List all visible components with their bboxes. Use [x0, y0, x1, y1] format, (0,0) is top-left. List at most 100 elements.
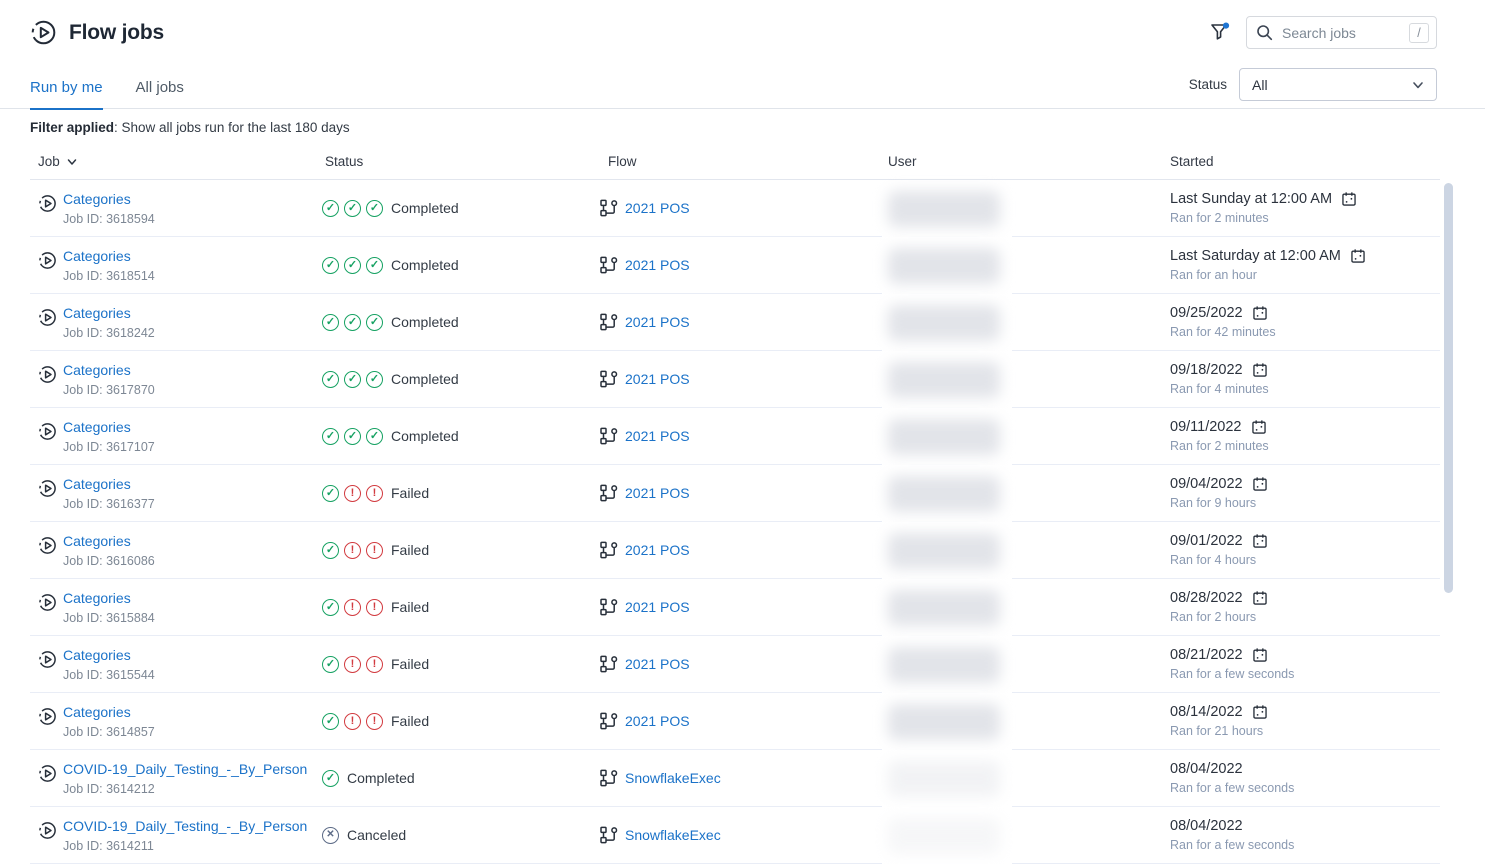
calendar-icon — [1252, 590, 1268, 606]
user-redacted — [882, 465, 1012, 522]
job-cell: Categories Job ID: 3616086 — [30, 533, 322, 568]
run-duration: Ran for 2 minutes — [1170, 211, 1440, 225]
flow-link[interactable]: 2021 POS — [625, 713, 690, 729]
flow-link[interactable]: SnowflakeExec — [625, 770, 721, 786]
user-redacted — [882, 351, 1012, 408]
status-completed-icon: ✓ — [322, 200, 339, 217]
table-row: Categories Job ID: 3617107 ✓✓✓ Completed — [30, 408, 1440, 465]
status-failed-icon: ! — [366, 713, 383, 730]
status-failed-icon: ! — [344, 656, 361, 673]
status-cell: ✓✓✓ Completed — [322, 371, 600, 388]
search-box[interactable]: / — [1246, 16, 1437, 49]
status-label: Completed — [391, 428, 459, 444]
filter-button[interactable] — [1207, 20, 1232, 45]
status-completed-icon: ✓ — [366, 428, 383, 445]
table-row: Categories Job ID: 3616377 ✓!! Failed — [30, 465, 1440, 522]
job-link[interactable]: Categories — [63, 476, 131, 492]
started-cell: Last Saturday at 12:00 AM Ran for an hou… — [1170, 248, 1440, 282]
table-row: Categories Job ID: 3615884 ✓!! Failed — [30, 579, 1440, 636]
job-cell: Categories Job ID: 3617107 — [30, 419, 322, 454]
flow-link[interactable]: 2021 POS — [625, 257, 690, 273]
flow-cell: SnowflakeExec — [600, 769, 882, 787]
flow-cell: 2021 POS — [600, 541, 882, 559]
flow-link[interactable]: SnowflakeExec — [625, 827, 721, 843]
status-completed-icon: ✓ — [322, 428, 339, 445]
job-link[interactable]: COVID-19_Daily_Testing_-_By_Person — [63, 818, 307, 834]
flow-cell: 2021 POS — [600, 598, 882, 616]
status-dropdown[interactable]: All — [1239, 68, 1437, 101]
job-link[interactable]: COVID-19_Daily_Testing_-_By_Person — [63, 761, 307, 777]
search-input[interactable] — [1280, 24, 1402, 42]
filter-notice-description: : Show all jobs run for the last 180 day… — [114, 120, 350, 135]
started-date: 08/28/2022 — [1170, 590, 1243, 606]
column-header-user[interactable]: User — [882, 154, 1170, 169]
flow-link[interactable]: 2021 POS — [625, 314, 690, 330]
job-cell: Categories Job ID: 3615544 — [30, 647, 322, 682]
job-text: Categories Job ID: 3615884 — [63, 590, 155, 625]
column-header-flow[interactable]: Flow — [600, 154, 882, 169]
user-redacted-blob — [888, 191, 1000, 227]
column-header-started[interactable]: Started — [1170, 154, 1440, 169]
tab-all-jobs[interactable]: All jobs — [136, 79, 184, 108]
table-row: Categories Job ID: 3618514 ✓✓✓ Completed — [30, 237, 1440, 294]
flow-jobs-page: Flow jobs / Run by me All jobs Sta — [0, 0, 1485, 864]
job-link[interactable]: Categories — [63, 704, 131, 720]
job-link[interactable]: Categories — [63, 362, 131, 378]
flow-run-icon — [38, 650, 57, 669]
calendar-icon — [1341, 191, 1357, 207]
job-link[interactable]: Categories — [63, 191, 131, 207]
started-cell: 08/28/2022 Ran for 2 hours — [1170, 590, 1440, 624]
status-cell: ✓✓✓ Completed — [322, 257, 600, 274]
job-cell: Categories Job ID: 3614857 — [30, 704, 322, 739]
status-completed-icon: ✓ — [344, 371, 361, 388]
flow-run-icon — [38, 479, 57, 498]
flow-icon — [600, 256, 618, 274]
job-link[interactable]: Categories — [63, 590, 131, 606]
flow-link[interactable]: 2021 POS — [625, 200, 690, 216]
started-date: 08/14/2022 — [1170, 704, 1243, 720]
job-link[interactable]: Categories — [63, 248, 131, 264]
column-header-status[interactable]: Status — [322, 154, 600, 169]
flow-link[interactable]: 2021 POS — [625, 599, 690, 615]
status-label: Failed — [391, 599, 429, 615]
user-redacted-blob — [888, 362, 1000, 398]
flow-run-icon — [38, 422, 57, 441]
flow-link[interactable]: 2021 POS — [625, 485, 690, 501]
status-cell: ✓!! Failed — [322, 599, 600, 616]
brand: Flow jobs — [30, 19, 164, 46]
flow-run-icon — [38, 536, 57, 555]
run-duration: Ran for a few seconds — [1170, 838, 1440, 852]
search-shortcut-hint: / — [1409, 23, 1429, 43]
job-link[interactable]: Categories — [63, 419, 131, 435]
flow-run-icon — [38, 308, 57, 327]
flow-link[interactable]: 2021 POS — [625, 428, 690, 444]
job-link[interactable]: Categories — [63, 533, 131, 549]
status-completed-icon: ✓ — [344, 314, 361, 331]
run-duration: Ran for 9 hours — [1170, 496, 1440, 510]
job-text: Categories Job ID: 3618514 — [63, 248, 155, 283]
status-dropdown-value: All — [1252, 77, 1268, 93]
flow-link[interactable]: 2021 POS — [625, 656, 690, 672]
status-completed-icon: ✓ — [322, 485, 339, 502]
status-icons: ✓!! — [322, 599, 383, 616]
flow-icon — [600, 313, 618, 331]
job-link[interactable]: Categories — [63, 647, 131, 663]
flow-cell: 2021 POS — [600, 199, 882, 217]
column-header-job[interactable]: Job — [30, 154, 322, 169]
tab-run-by-me[interactable]: Run by me — [30, 79, 103, 108]
job-text: Categories Job ID: 3616086 — [63, 533, 155, 568]
job-id: Job ID: 3614211 — [63, 839, 307, 853]
job-cell: COVID-19_Daily_Testing_-_By_Person Job I… — [30, 818, 322, 853]
status-completed-icon: ✓ — [322, 599, 339, 616]
job-link[interactable]: Categories — [63, 305, 131, 321]
status-failed-icon: ! — [366, 599, 383, 616]
job-cell: Categories Job ID: 3615884 — [30, 590, 322, 625]
flow-link[interactable]: 2021 POS — [625, 542, 690, 558]
status-cell: ✓!! Failed — [322, 485, 600, 502]
flow-link[interactable]: 2021 POS — [625, 371, 690, 387]
user-redacted — [882, 807, 1012, 864]
table-row: COVID-19_Daily_Testing_-_By_Person Job I… — [30, 750, 1440, 807]
calendar-icon — [1251, 419, 1267, 435]
vertical-scrollbar-thumb[interactable] — [1444, 183, 1453, 593]
user-redacted — [882, 294, 1012, 351]
